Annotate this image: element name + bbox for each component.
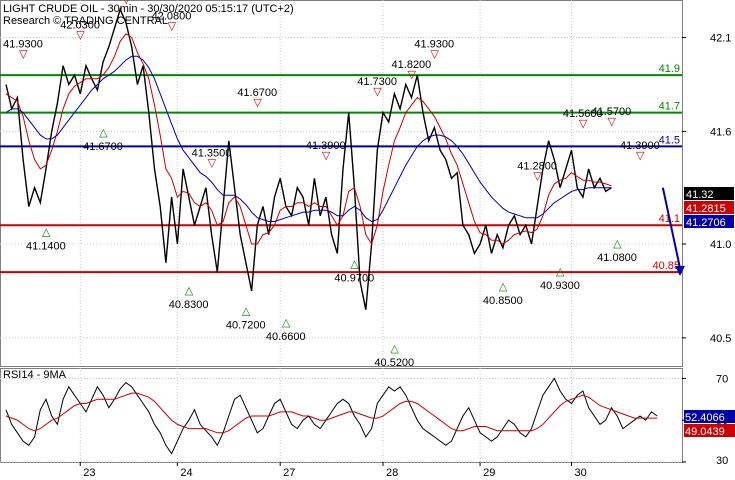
x-tick-label: 23	[83, 467, 95, 479]
low-marker: △	[499, 281, 508, 293]
rsi-title: RSI14 - 9MA	[3, 369, 67, 381]
x-tick-label: 24	[180, 467, 192, 479]
rsi-plot-frame	[0, 368, 683, 463]
low-label: 41.6700	[83, 141, 123, 153]
y-tick-label: 42.1	[710, 33, 731, 45]
low-label: 41.0800	[597, 252, 637, 264]
low-label: 40.7200	[226, 320, 266, 332]
x-tick-label: 28	[386, 467, 398, 479]
rsi-panel: 23242728293070503052.406649.0439	[0, 368, 735, 479]
low-marker: △	[242, 306, 251, 318]
price-chart: 42.141.641.040.541.941.741.541.140.85▽41…	[0, 0, 735, 479]
price-box-label: 41.2815	[686, 203, 726, 215]
high-label: 41.9300	[414, 38, 454, 50]
low-label: 40.5200	[374, 357, 414, 369]
price-box-label: 41.2706	[686, 217, 726, 229]
low-label: 41.1400	[26, 241, 66, 253]
low-marker: △	[556, 266, 565, 278]
low-marker: △	[390, 343, 399, 355]
high-label: 41.3500	[192, 147, 232, 159]
low-marker: △	[42, 227, 51, 239]
low-marker: △	[350, 259, 359, 271]
rsi-y-tick-label: 30	[716, 455, 728, 467]
price-panel: 42.141.641.040.541.941.741.541.140.85▽41…	[0, 0, 734, 369]
rsi-y-tick-label: 70	[716, 373, 728, 385]
y-tick-label: 41.6	[710, 126, 731, 138]
low-label: 40.9300	[540, 280, 580, 292]
low-marker: △	[99, 127, 108, 139]
level-label: 41.5	[659, 134, 680, 146]
low-label: 40.8300	[169, 299, 209, 311]
high-label: 41.5700	[591, 106, 631, 118]
level-label: 41.7	[659, 101, 680, 113]
y-tick-label: 41.0	[710, 239, 731, 251]
low-label: 40.6600	[266, 331, 306, 343]
high-label: 41.3900	[306, 140, 346, 152]
level-label: 41.9	[659, 63, 680, 75]
low-label: 40.9700	[334, 273, 374, 285]
rsi-value-label: 49.0439	[685, 426, 725, 438]
high-label: 41.8200	[392, 59, 432, 71]
low-marker: △	[282, 317, 291, 329]
series-rsi	[5, 377, 658, 455]
x-tick-label: 29	[483, 467, 495, 479]
high-label: 41.3900	[620, 140, 660, 152]
chart-subtitle: Research © TRADING CENTRAL	[3, 15, 168, 27]
series-rsi_ma	[5, 392, 658, 434]
y-tick-label: 40.5	[710, 333, 731, 345]
high-label: 41.7300	[357, 76, 397, 88]
price-box-label: 41.32	[686, 189, 714, 201]
low-marker: △	[185, 285, 194, 297]
rsi-value-label: 52.4066	[685, 412, 725, 424]
projection-arrow	[661, 187, 681, 269]
high-label: 41.2800	[517, 160, 557, 172]
x-tick-label: 27	[283, 467, 295, 479]
low-label: 40.8500	[483, 295, 523, 307]
low-marker: △	[613, 238, 622, 250]
high-label: 41.6700	[237, 87, 277, 99]
chart-title: LIGHT CRUDE OIL - 30min - 30/30/2020 05:…	[3, 3, 294, 15]
high-label: 41.9300	[3, 38, 43, 50]
x-tick-label: 30	[574, 467, 586, 479]
